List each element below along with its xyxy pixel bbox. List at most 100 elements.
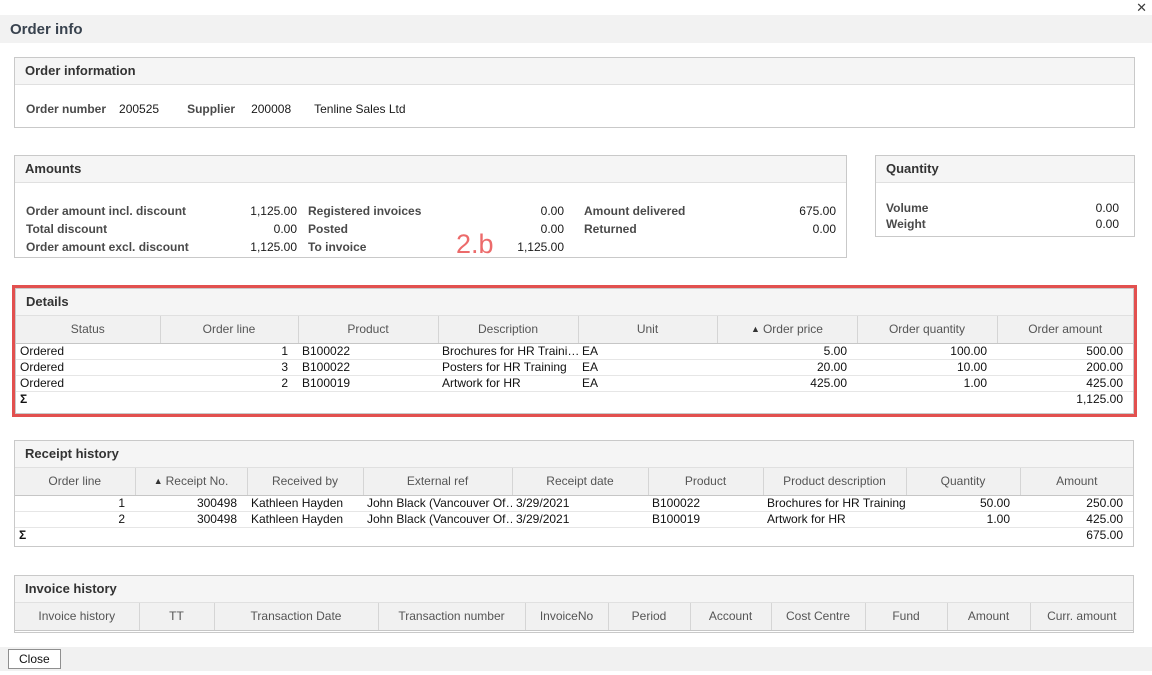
receipt-sum-row: Σ 675.00 [15, 527, 1133, 543]
amount-value: 0.00 [274, 220, 297, 238]
receipt-sum-total: 675.00 [1020, 527, 1133, 543]
amounts-column-3: Amount delivered675.00 Returned0.00 [584, 202, 836, 238]
quantity-value: 0.00 [1096, 200, 1119, 216]
invoice-history-panel: Invoice history Invoice history TT Trans… [14, 575, 1134, 633]
receipt-history-panel: Receipt history Order line ▲Receipt No. … [14, 440, 1134, 547]
receipt-history-title: Receipt history [15, 441, 1133, 468]
table-cell: 425.00 [1020, 511, 1133, 527]
quantity-panel: Quantity Volume0.00 Weight0.00 [875, 155, 1135, 237]
amount-value: 1,125.00 [250, 202, 297, 220]
details-header-status[interactable]: Status [16, 316, 160, 343]
receipt-header-received-by[interactable]: Received by [247, 468, 363, 495]
amount-label: Returned [584, 220, 637, 238]
details-header-order-amount[interactable]: Order amount [997, 316, 1133, 343]
footer-bar: Close [0, 647, 1152, 671]
receipt-header-quantity[interactable]: Quantity [906, 468, 1020, 495]
receipt-header-amount[interactable]: Amount [1020, 468, 1133, 495]
table-cell: EA [578, 359, 717, 375]
invoice-header-fund[interactable]: Fund [865, 603, 947, 630]
table-cell: 1 [15, 495, 135, 511]
details-header-product[interactable]: Product [298, 316, 438, 343]
table-cell: 300498 [135, 495, 247, 511]
table-cell: B100022 [298, 359, 438, 375]
receipt-header-product[interactable]: Product [648, 468, 763, 495]
quantity-label: Weight [886, 216, 926, 232]
table-cell: B100022 [648, 495, 763, 511]
order-info-dialog: ✕ Order info Order information Order num… [0, 0, 1152, 675]
quantity-value: 0.00 [1096, 216, 1119, 232]
receipt-history-table: Order line ▲Receipt No. Received by Exte… [15, 468, 1133, 543]
invoice-header-invoiceno[interactable]: InvoiceNo [525, 603, 608, 630]
amount-value: 1,125.00 [517, 238, 564, 256]
table-cell: 10.00 [857, 359, 997, 375]
table-cell: 1.00 [857, 375, 997, 391]
table-cell: B100022 [298, 343, 438, 359]
details-header-order-price[interactable]: ▲Order price [717, 316, 857, 343]
table-cell: 200.00 [997, 359, 1133, 375]
page-title: Order info [10, 21, 83, 38]
details-title: Details [16, 289, 1133, 316]
invoice-header-tt[interactable]: TT [139, 603, 214, 630]
receipt-header-order-line[interactable]: Order line [15, 468, 135, 495]
details-panel: Details Status Order line Product Descri… [15, 288, 1134, 414]
table-cell: 300498 [135, 511, 247, 527]
amount-value: 0.00 [541, 220, 564, 238]
receipt-header-receipt-date[interactable]: Receipt date [512, 468, 648, 495]
amount-label: Total discount [26, 220, 107, 238]
invoice-header-curr-amount[interactable]: Curr. amount [1030, 603, 1133, 630]
amounts-title: Amounts [15, 156, 846, 183]
table-row: Ordered 2 B100019 Artwork for HR EA 425.… [16, 375, 1133, 391]
sigma-symbol: Σ [16, 391, 160, 407]
order-information-body: Order number200525Supplier200008Tenline … [15, 85, 1134, 116]
table-cell [135, 527, 1020, 543]
amount-label: Order amount excl. discount [26, 238, 189, 256]
invoice-header-amount[interactable]: Amount [947, 603, 1030, 630]
details-sum-total: 1,125.00 [997, 391, 1133, 407]
table-row: 1 300498 Kathleen Hayden John Black (Van… [15, 495, 1133, 511]
table-cell: 5.00 [717, 343, 857, 359]
table-cell: Artwork for HR [438, 375, 578, 391]
table-cell: 425.00 [717, 375, 857, 391]
order-information-panel: Order information Order number200525Supp… [14, 57, 1135, 128]
receipt-header-receipt-no[interactable]: ▲Receipt No. [135, 468, 247, 495]
details-header-description[interactable]: Description [438, 316, 578, 343]
table-cell: 425.00 [997, 375, 1133, 391]
table-cell: 2 [160, 375, 298, 391]
close-button[interactable]: Close [8, 649, 61, 669]
details-header-row: Status Order line Product Description Un… [16, 316, 1133, 343]
close-icon[interactable]: ✕ [1136, 0, 1147, 15]
supplier-id-value: 200008 [251, 102, 291, 116]
table-cell: 20.00 [717, 359, 857, 375]
quantity-body: Volume 0.00 Weight 0.00 [876, 183, 1134, 232]
details-table: Status Order line Product Description Un… [16, 316, 1133, 407]
invoice-header-account[interactable]: Account [690, 603, 771, 630]
invoice-header-cost-centre[interactable]: Cost Centre [771, 603, 865, 630]
invoice-header-transaction-date[interactable]: Transaction Date [214, 603, 378, 630]
details-header-order-quantity[interactable]: Order quantity [857, 316, 997, 343]
receipt-header-external-ref[interactable]: External ref [363, 468, 512, 495]
amount-value: 0.00 [813, 220, 836, 238]
amounts-panel: Amounts Order amount incl. discount 1,125… [14, 155, 847, 258]
sort-ascending-icon: ▲ [154, 476, 163, 486]
table-cell: 250.00 [1020, 495, 1133, 511]
details-header-order-line[interactable]: Order line [160, 316, 298, 343]
dialog-titlebar: Order info [0, 15, 1152, 43]
amount-label: Order amount incl. discount [26, 202, 186, 220]
table-cell: EA [578, 375, 717, 391]
invoice-header-period[interactable]: Period [608, 603, 690, 630]
details-highlight-box: Details Status Order line Product Descri… [12, 285, 1137, 417]
amount-value: 675.00 [799, 202, 836, 220]
annotation-2b: 2.b [456, 229, 494, 260]
table-cell: 3/29/2021 [512, 511, 648, 527]
table-cell: B100019 [648, 511, 763, 527]
table-cell: Ordered [16, 359, 160, 375]
invoice-header-row: Invoice history TT Transaction Date Tran… [15, 603, 1133, 630]
table-cell: 2 [15, 511, 135, 527]
details-header-unit[interactable]: Unit [578, 316, 717, 343]
invoice-header-transaction-number[interactable]: Transaction number [378, 603, 525, 630]
order-number-label: Order number [26, 102, 106, 116]
invoice-header-invoice-history[interactable]: Invoice history [15, 603, 139, 630]
details-sum-row: Σ 1,125.00 [16, 391, 1133, 407]
quantity-label: Volume [886, 200, 928, 216]
receipt-header-product-description[interactable]: Product description [763, 468, 906, 495]
